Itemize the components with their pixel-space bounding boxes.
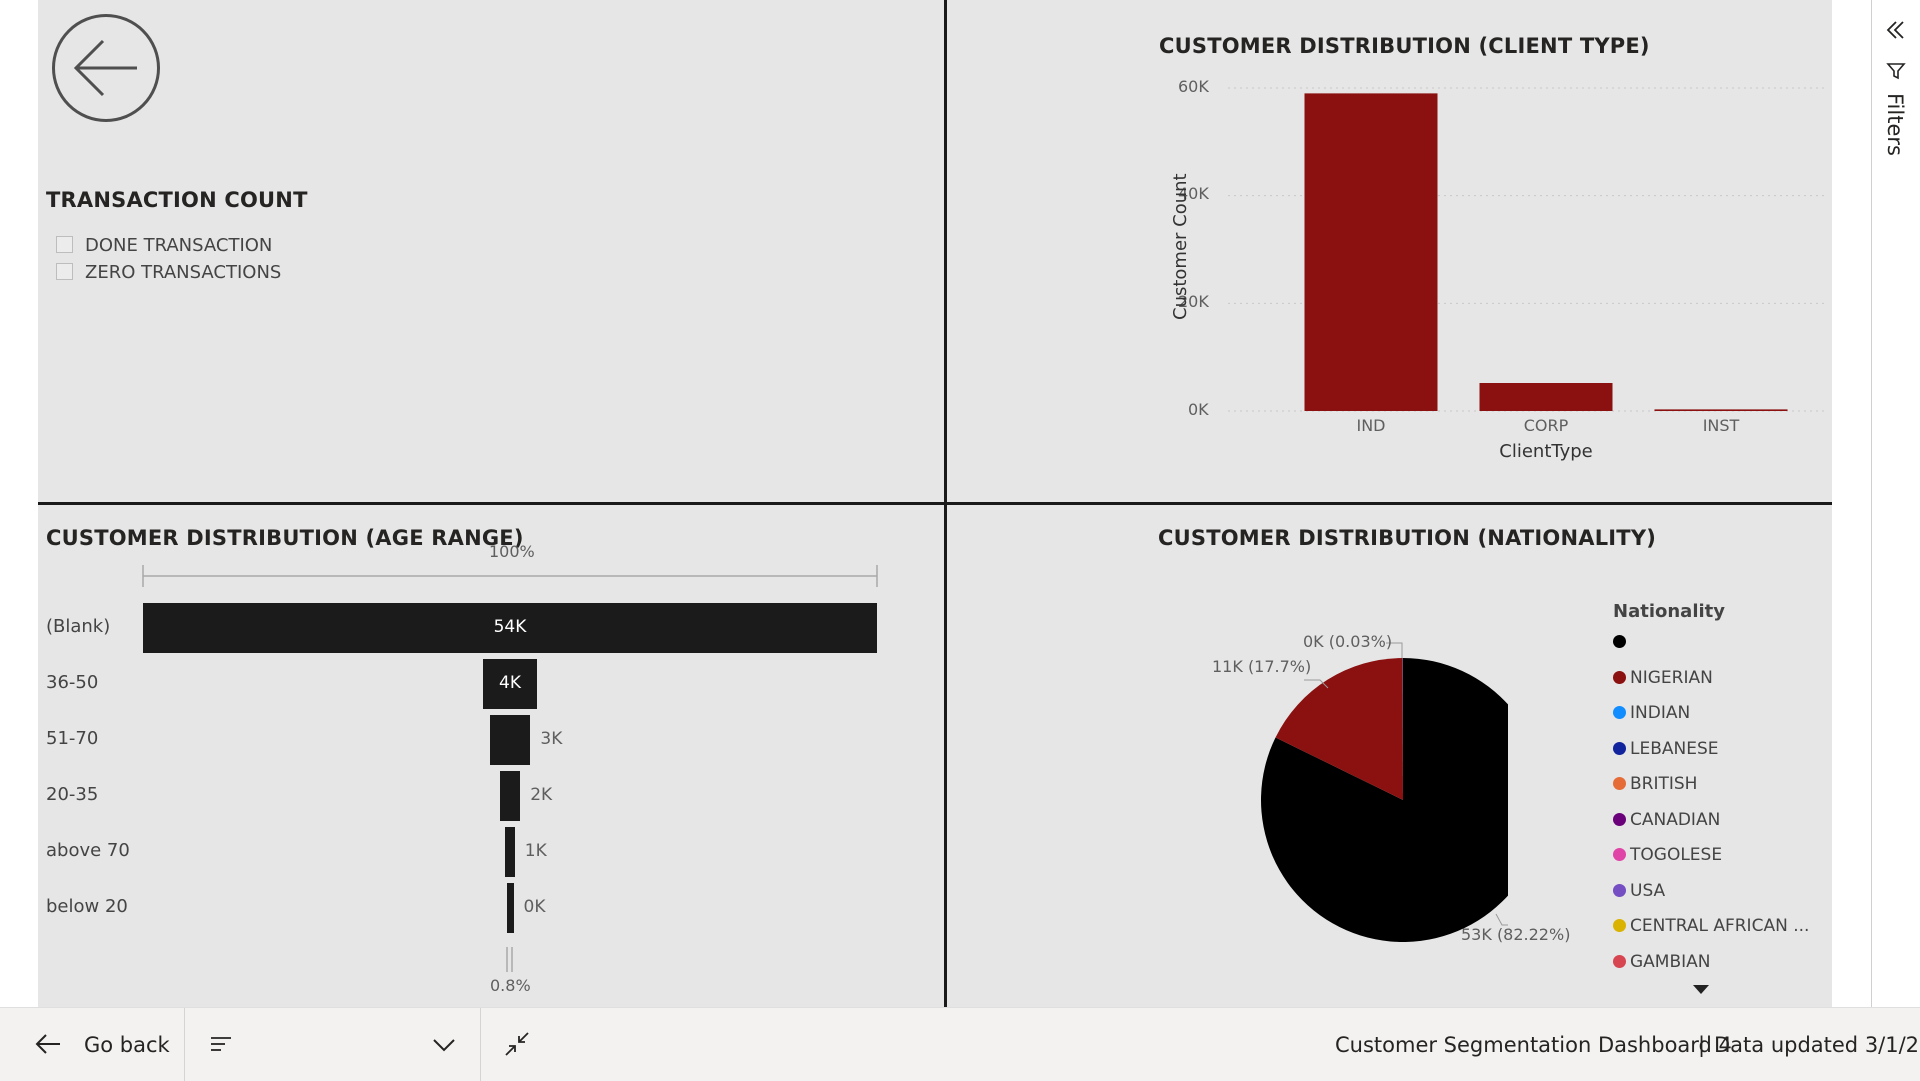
funnel-bar[interactable] [507,883,514,933]
funnel-bar[interactable] [505,827,515,877]
status-separator: | [1698,1033,1705,1057]
funnel-value-label: 1K [525,841,547,861]
age-range-funnel-panel: CUSTOMER DISTRIBUTION (AGE RANGE) 100% 0… [38,505,944,1007]
page-list-icon [209,1034,233,1054]
arrow-left-icon [34,1032,62,1056]
funnel-value-label: 0K [524,897,546,917]
chevron-down-icon [432,1038,456,1052]
funnel-value-label: 54K [494,617,527,637]
leader-line [1496,914,1508,925]
legend-label: BRITISH [1630,774,1697,794]
funnel-bar[interactable] [490,715,531,765]
x-tick-label: CORP [1524,416,1569,435]
x-tick-label: INST [1703,416,1740,435]
filters-pane: Filters [1871,0,1920,1007]
report-canvas: TRANSACTION COUNT DONE TRANSACTION ZERO … [38,0,1832,1007]
legend-title: Nationality [1613,601,1725,622]
x-tick-label: IND [1356,416,1385,435]
legend-label: TOGOLESE [1630,845,1722,865]
legend-dot-icon [1613,919,1626,932]
legend-label: NIGERIAN [1630,668,1713,688]
checkbox[interactable] [56,236,73,253]
pie-data-label: 0K (0.03%) [1303,632,1392,651]
back-button[interactable] [52,14,160,122]
bar-ind[interactable] [1305,93,1438,411]
legend-item[interactable]: TOGOLESE [1613,845,1722,865]
funnel-category-label: below 20 [46,896,128,917]
client-type-chart-panel: CUSTOMER DISTRIBUTION (CLIENT TYPE) 60K … [948,0,1832,502]
funnel-category-label: 20-35 [46,784,98,805]
funnel-category-label: above 70 [46,840,130,861]
funnel-value-label: 2K [530,785,552,805]
x-axis-title: ClientType [1499,441,1592,462]
legend-dot-icon [1613,671,1626,684]
funnel-category-label: 51-70 [46,728,98,749]
legend-item[interactable]: CENTRAL AFRICAN ... [1613,916,1809,936]
funnel-value-label: 4K [499,673,521,693]
go-back-label: Go back [84,1033,170,1057]
nationality-pie-panel: CUSTOMER DISTRIBUTION (NATIONALITY) 0K (… [948,505,1832,1007]
legend-label: USA [1630,881,1665,901]
go-back-button[interactable]: Go back [0,1008,184,1081]
legend-scroll-down-icon[interactable] [1693,985,1709,995]
arrow-left-icon [55,17,157,119]
data-updated-text: Data updated 3/1/22 [1714,1033,1920,1057]
legend-dot-icon [1613,813,1626,826]
legend-item[interactable]: BRITISH [1613,774,1697,794]
legend-item[interactable]: GAMBIAN [1613,952,1711,972]
page-navigation-dropdown[interactable] [185,1008,480,1081]
legend-item[interactable]: USA [1613,881,1665,901]
done-transaction-option[interactable]: DONE TRANSACTION [56,235,272,256]
filter-icon[interactable] [1885,60,1907,82]
option-label: DONE TRANSACTION [85,235,272,256]
option-label: ZERO TRANSACTIONS [85,262,281,283]
fit-to-page-icon[interactable] [502,1029,532,1059]
legend-item[interactable]: CANADIAN [1613,810,1720,830]
legend-dot-icon [1613,884,1626,897]
legend-dot-icon [1613,955,1626,968]
legend-label: GAMBIAN [1630,952,1711,972]
legend-item[interactable]: INDIAN [1613,703,1690,723]
checkbox[interactable] [56,263,73,280]
pie-data-label: 53K (82.22%) [1461,925,1570,944]
pie-data-label: 11K (17.7%) [1212,657,1311,676]
funnel-value-label: 3K [540,729,562,749]
filters-label[interactable]: Filters [1883,93,1907,156]
bar-corp[interactable] [1480,383,1613,411]
transaction-slicer-panel: TRANSACTION COUNT DONE TRANSACTION ZERO … [38,0,944,502]
legend-dot-icon [1613,706,1626,719]
funnel-category-label: (Blank) [46,616,110,637]
horizontal-divider [38,502,1832,505]
report-name: Customer Segmentation Dashboard 4 [1335,1033,1732,1057]
legend-label: INDIAN [1630,703,1690,723]
legend-item[interactable]: NIGERIAN [1613,668,1713,688]
zero-transactions-option[interactable]: ZERO TRANSACTIONS [56,262,281,283]
legend-item[interactable]: LEBANESE [1613,739,1719,759]
legend-item[interactable] [1613,632,1630,652]
separator [480,1008,481,1081]
legend-label: CENTRAL AFRICAN ... [1630,916,1809,936]
legend-label: CANADIAN [1630,810,1720,830]
transaction-count-title: TRANSACTION COUNT [46,188,308,212]
legend-dot-icon [1613,742,1626,755]
nationality-pie [948,505,1508,1007]
expand-pane-icon[interactable] [1885,19,1907,41]
funnel-category-label: 36-50 [46,672,98,693]
bottom-bar: Go back Customer Segmentation Dashboard … [0,1007,1920,1081]
legend-dot-icon [1613,848,1626,861]
client-type-plot [948,0,1832,440]
legend-label: LEBANESE [1630,739,1719,759]
legend-dot-icon [1613,635,1626,648]
legend-dot-icon [1613,777,1626,790]
funnel-bar[interactable] [500,771,520,821]
bar-inst[interactable] [1655,409,1788,411]
